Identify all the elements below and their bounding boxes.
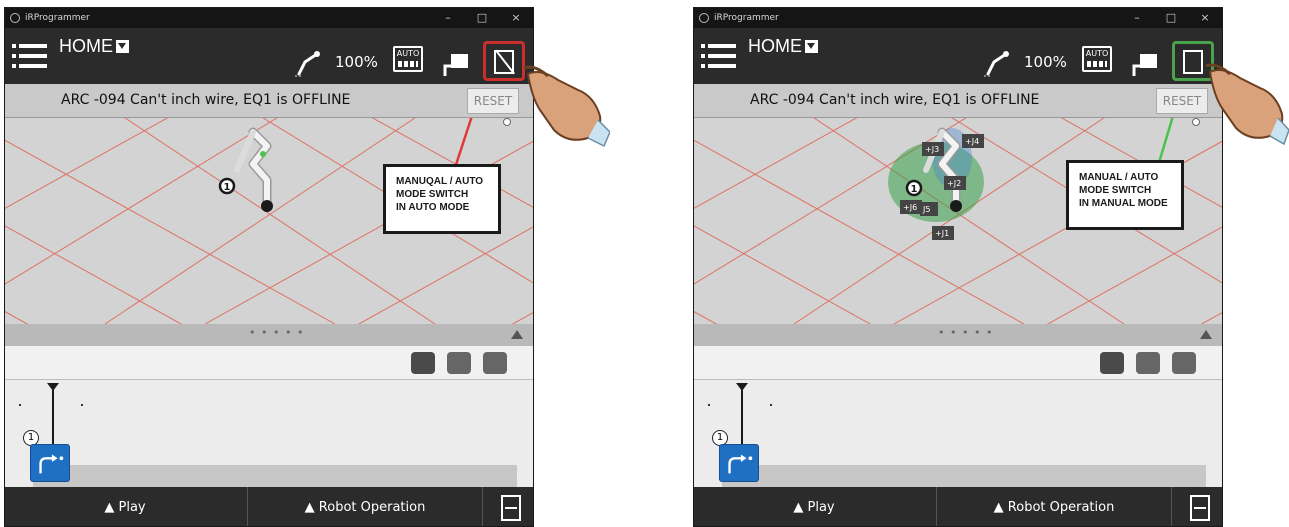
redo-icon[interactable] (1172, 352, 1196, 374)
save-icon[interactable] (501, 495, 521, 521)
alarm-bar: ARC -094 Can't inch wire, EQ1 is OFFLINE… (694, 84, 1222, 118)
home-dropdown[interactable]: HOME (748, 36, 818, 57)
app-title: iRProgrammer (25, 13, 90, 23)
timeline-cursor[interactable] (52, 386, 54, 450)
callout-line-3: IN AUTO MODE (396, 202, 470, 213)
callout-line-1: MANUAL / AUTO (1079, 172, 1159, 183)
undo-icon[interactable] (447, 352, 471, 374)
timeline-track[interactable] (33, 465, 517, 487)
auto-label: AUTO (1085, 49, 1109, 58)
jog-j5: J5 (922, 205, 930, 214)
callout-line-2: MODE SWITCH (1079, 185, 1152, 196)
alarm-message: ARC -094 Can't inch wire, EQ1 is OFFLINE (61, 92, 351, 108)
robot-operation-button[interactable]: ▲ Robot Operation (936, 487, 1172, 526)
status-dot (503, 118, 511, 126)
fit-view-icon[interactable] (411, 352, 435, 374)
app-icon (10, 13, 20, 23)
reset-button[interactable]: RESET (467, 88, 519, 114)
minimize-button[interactable]: – (1120, 8, 1154, 28)
timeline-toolbar (694, 346, 1222, 380)
auto-label: AUTO (396, 49, 420, 58)
robot-arm-icon[interactable] (980, 48, 1014, 78)
jog-j1: +J1 (935, 229, 949, 238)
robot-tool-number: 1 (911, 184, 918, 195)
teach-pendant-icon[interactable] (442, 50, 470, 78)
iRProgrammer-window-manual: iRProgrammer – □ × HOME 100% AUTO ARC -0… (693, 7, 1223, 527)
bottom-bar: ▲ Play ▲ Robot Operation (694, 487, 1222, 526)
pointing-hand-icon (523, 65, 610, 148)
robot-operation-button[interactable]: ▲ Robot Operation (247, 487, 483, 526)
bottom-bar: ▲ Play ▲ Robot Operation (5, 487, 533, 526)
maximize-button[interactable]: □ (465, 8, 499, 28)
pointing-hand-icon (1205, 63, 1289, 146)
alarm-bar: ARC -094 Can't inch wire, EQ1 is OFFLINE… (5, 84, 533, 118)
callout-line-2: MODE SWITCH (396, 189, 469, 200)
annotation-arrow (1156, 118, 1174, 167)
fit-view-icon[interactable] (1100, 352, 1124, 374)
drag-handle[interactable]: • • • • • (249, 326, 304, 339)
app-icon (699, 13, 709, 23)
window-titlebar: iRProgrammer – □ × (694, 8, 1222, 28)
play-button[interactable]: ▲ Play (694, 487, 934, 526)
panel-divider[interactable]: • • • • • (694, 324, 1222, 346)
redo-icon[interactable] (483, 352, 507, 374)
top-toolbar: HOME 100% AUTO (5, 28, 533, 84)
callout-line-3: IN MANUAL MODE (1079, 198, 1168, 209)
undo-icon[interactable] (1136, 352, 1160, 374)
move-instruction-block[interactable] (30, 444, 70, 482)
home-label: HOME (59, 36, 113, 56)
annotation-callout: MANUQAL / AUTO MODE SWITCH IN AUTO MODE (383, 164, 501, 234)
drag-handle[interactable]: • • • • • (938, 326, 993, 339)
expand-up-icon[interactable] (1200, 330, 1212, 339)
top-toolbar: HOME 100% AUTO (694, 28, 1222, 84)
hamburger-menu-icon[interactable] (701, 38, 738, 74)
callout-line-1: MANUQAL / AUTO (396, 176, 484, 187)
teach-pendant-icon[interactable] (1131, 50, 1159, 78)
minimize-button[interactable]: – (431, 8, 465, 28)
move-instruction-block[interactable] (719, 444, 759, 482)
dropdown-caret-icon (116, 40, 129, 53)
maximize-button[interactable]: □ (1154, 8, 1188, 28)
status-dot (1192, 118, 1200, 126)
save-icon[interactable] (1190, 495, 1210, 521)
auto-mode-icon[interactable]: AUTO (393, 46, 423, 72)
program-timeline[interactable]: 1 (694, 380, 1222, 487)
speed-override[interactable]: 100% (1024, 53, 1067, 71)
jog-j6: +J6 (903, 203, 917, 212)
auto-mode-icon[interactable]: AUTO (1082, 46, 1112, 72)
robot-tool-number: 1 (224, 182, 231, 193)
home-dropdown[interactable]: HOME (59, 36, 129, 57)
tablet-slashed-icon (494, 50, 514, 74)
panel-divider[interactable]: • • • • • (5, 324, 533, 346)
expand-up-icon[interactable] (511, 330, 523, 339)
speed-override[interactable]: 100% (335, 53, 378, 71)
jog-j2: +J2 (947, 179, 961, 188)
annotation-callout: MANUAL / AUTO MODE SWITCH IN MANUAL MODE (1066, 160, 1184, 230)
window-titlebar: iRProgrammer – □ × (5, 8, 533, 28)
dropdown-caret-icon (805, 40, 818, 53)
iRProgrammer-window-auto: iRProgrammer – □ × HOME 100% AUTO ARC -0… (4, 7, 534, 527)
close-button[interactable]: × (1188, 8, 1222, 28)
app-title: iRProgrammer (714, 13, 779, 23)
timeline-toolbar (5, 346, 533, 380)
robot-model: 1 (218, 127, 273, 212)
program-timeline[interactable]: 1 (5, 380, 533, 487)
play-button[interactable]: ▲ Play (5, 487, 245, 526)
alarm-message: ARC -094 Can't inch wire, EQ1 is OFFLINE (750, 92, 1040, 108)
robot-arm-icon[interactable] (291, 48, 325, 78)
timeline-cursor[interactable] (741, 386, 743, 450)
jog-j3: +J3 (925, 145, 939, 154)
home-label: HOME (748, 36, 802, 56)
timeline-track[interactable] (722, 465, 1206, 487)
hamburger-menu-icon[interactable] (12, 38, 49, 74)
close-button[interactable]: × (499, 8, 533, 28)
jog-j4: +J4 (965, 137, 979, 146)
